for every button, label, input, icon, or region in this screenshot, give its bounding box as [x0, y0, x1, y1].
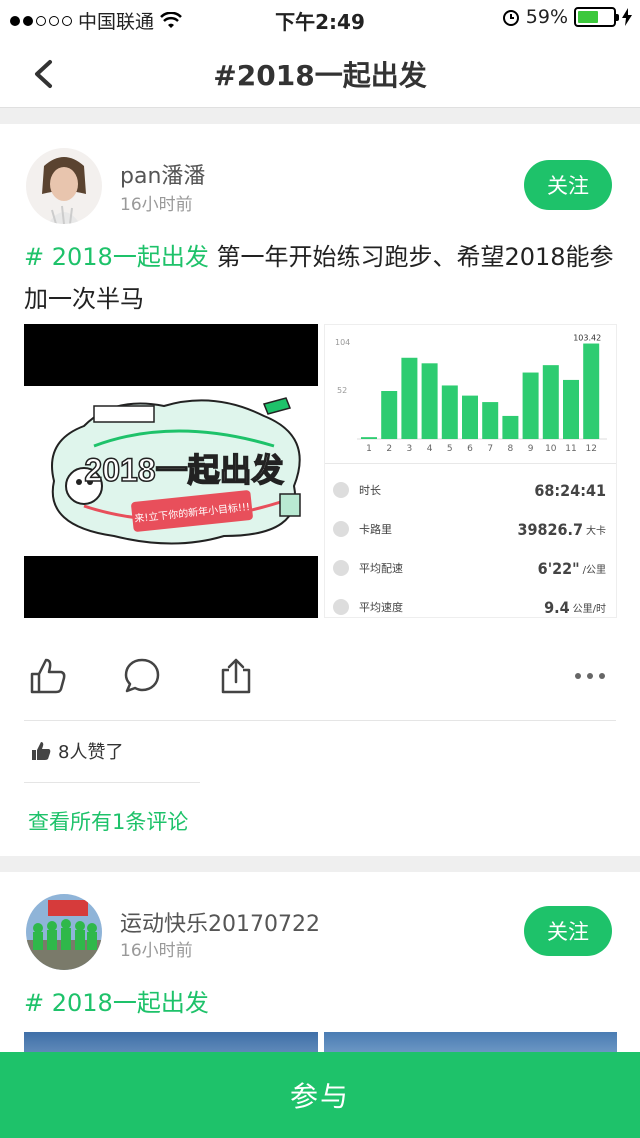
x-tick-label: 11 — [565, 444, 576, 454]
chart-bar — [563, 379, 579, 439]
flame-icon — [333, 521, 349, 537]
clock-icon — [333, 482, 349, 498]
x-tick-label: 7 — [487, 444, 493, 454]
pace-icon — [333, 560, 349, 576]
divider — [24, 782, 200, 783]
status-right: 59% — [502, 6, 632, 28]
more-icon[interactable] — [572, 656, 612, 696]
stat-label: 平均速度 — [359, 601, 403, 614]
like-icon[interactable] — [28, 656, 68, 696]
username[interactable]: 运动快乐20170722 — [120, 906, 320, 938]
stat-label: 平均配速 — [359, 562, 403, 575]
stat-label: 时长 — [359, 484, 381, 497]
likes-summary[interactable]: 8人赞了 — [30, 738, 123, 764]
x-tick-label: 4 — [427, 444, 433, 454]
comment-icon[interactable] — [122, 656, 162, 696]
x-tick-label: 12 — [585, 444, 596, 454]
chart-bar — [381, 391, 398, 439]
stat-value: 9.4 — [544, 597, 570, 617]
status-bar: 中国联通 下午2:49 59% — [0, 0, 640, 36]
stat-unit: 大卡 — [586, 525, 606, 537]
view-comments-link[interactable]: 查看所有1条评论 — [28, 806, 188, 836]
campaign-image-title: 2018一起出发 — [84, 452, 283, 488]
stat-value: 6'22" — [537, 558, 580, 578]
stat-label: 卡路里 — [359, 523, 392, 536]
x-tick-label: 9 — [528, 444, 534, 454]
chart-bar — [542, 365, 559, 439]
y-tick-label: 52 — [337, 386, 347, 395]
chart-bar — [441, 385, 458, 439]
chart-bar — [482, 402, 499, 439]
x-tick-label: 8 — [508, 444, 514, 454]
x-tick-label: 6 — [467, 444, 473, 454]
stat-row-calories: 卡路里 39826.7 大卡 — [333, 514, 606, 544]
charging-icon — [622, 8, 632, 26]
post-text: # 2018一起出发 第一年开始练习跑步、希望2018能参加一次半马 — [24, 236, 616, 320]
post-image-campaign[interactable]: 2018一起出发 来!立下你的新年小目标!!! — [24, 324, 318, 618]
post-image-run-stats[interactable]: 104 52 1 2 3 4 5 6 7 8 9 10 11 12 103.42 时长 68:24:4… — [324, 324, 617, 618]
post-time: 16小时前 — [120, 195, 193, 215]
stat-row-speed: 平均速度 9.4 公里/时 — [333, 592, 606, 622]
share-icon[interactable] — [216, 656, 256, 696]
post-card: pan潘潘 16小时前 关注 # 2018一起出发 第一年开始练习跑步、希望20… — [0, 124, 640, 856]
chart-bar — [583, 343, 600, 439]
post-time: 16小时前 — [120, 941, 193, 961]
x-tick-label: 1 — [366, 444, 372, 454]
follow-button[interactable]: 关注 — [524, 906, 612, 956]
y-tick-label: 104 — [335, 338, 350, 347]
battery-icon — [574, 7, 619, 27]
chart-bar — [421, 363, 438, 439]
stat-row-pace: 平均配速 6'22" /公里 — [333, 553, 606, 583]
stat-row-duration: 时长 68:24:41 — [333, 475, 606, 505]
hashtag-link[interactable]: # 2018一起出发 — [24, 243, 209, 271]
hashtag-link[interactable]: # 2018一起出发 — [24, 989, 209, 1017]
likes-count: 8人赞了 — [58, 742, 124, 763]
x-tick-label: 3 — [407, 444, 413, 454]
like-filled-icon — [32, 742, 51, 760]
stat-value: 68:24:41 — [534, 480, 606, 500]
nav-bar: #2018一起出发 — [0, 36, 640, 108]
chart-bar — [361, 437, 377, 439]
divider — [24, 720, 616, 721]
x-tick-label: 2 — [386, 444, 392, 454]
follow-button[interactable]: 关注 — [524, 160, 612, 210]
chart-bar — [502, 415, 519, 439]
stat-unit: 公里/时 — [572, 603, 606, 615]
page-title: #2018一起出发 — [213, 59, 427, 92]
max-value-label: 103.42 — [573, 334, 601, 343]
stat-value: 39826.7 — [517, 519, 583, 539]
join-button[interactable]: 参与 — [0, 1052, 640, 1138]
monthly-distance-chart: 104 52 1 2 3 4 5 6 7 8 9 10 11 12 103.42 — [335, 334, 607, 454]
battery-percent: 59% — [525, 6, 568, 28]
alarm-icon — [502, 10, 519, 26]
avatar[interactable] — [26, 894, 102, 970]
stat-unit: /公里 — [582, 564, 606, 576]
chart-bar — [462, 395, 478, 439]
username[interactable]: pan潘潘 — [120, 158, 205, 190]
x-tick-label: 5 — [447, 444, 453, 454]
avatar[interactable] — [26, 148, 102, 224]
post-text: # 2018一起出发 — [24, 982, 616, 1024]
chart-bar — [522, 372, 539, 439]
chart-bar — [401, 357, 418, 439]
speed-icon — [333, 599, 349, 615]
x-tick-label: 10 — [545, 444, 557, 454]
